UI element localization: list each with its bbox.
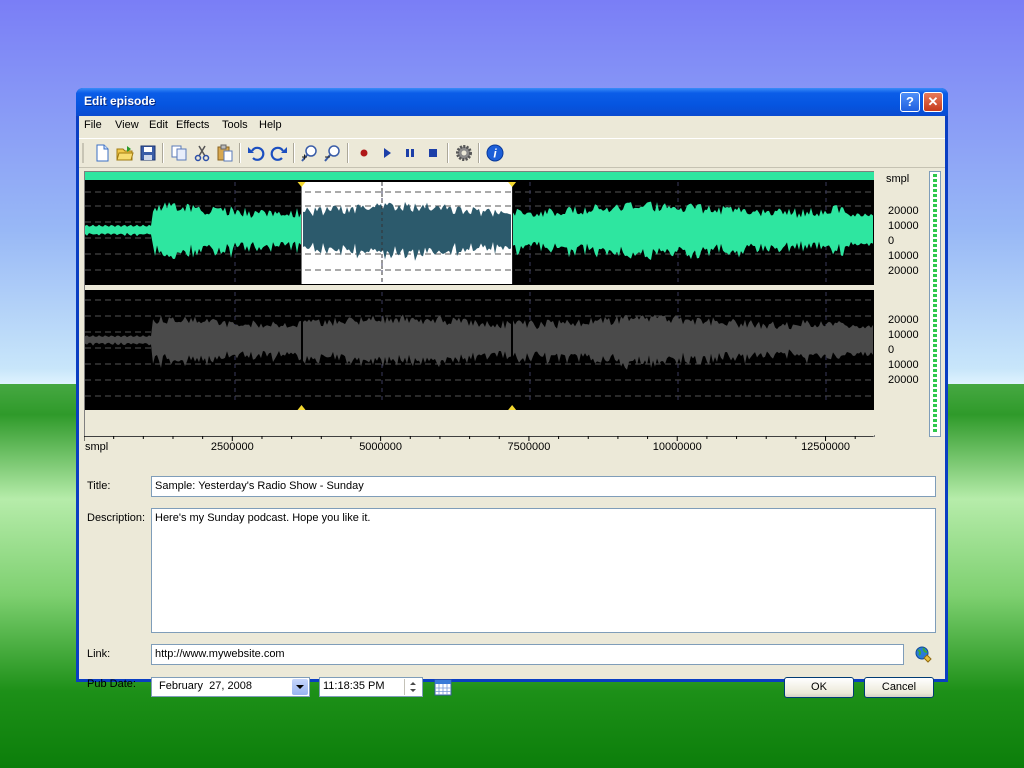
left-channel-waveform-segment-2 xyxy=(513,202,873,260)
amp-tick-top-10000: 10000 xyxy=(888,220,919,232)
save-icon[interactable] xyxy=(139,144,157,162)
amp-tick-bot-neg20000: 20000 xyxy=(888,374,919,386)
stop-icon[interactable] xyxy=(424,144,442,162)
pause-icon[interactable] xyxy=(401,144,419,162)
link-label: Link: xyxy=(87,648,110,660)
amp-tick-top-20000: 20000 xyxy=(888,205,919,217)
zoom-out-icon[interactable] xyxy=(324,144,342,162)
menu-effects[interactable]: Effects xyxy=(176,119,209,131)
waveform-canvas[interactable] xyxy=(85,172,874,436)
chevron-down-icon xyxy=(292,679,308,695)
selection-end-marker-bottom xyxy=(508,405,516,410)
cancel-button[interactable]: Cancel xyxy=(864,677,934,698)
new-file-icon[interactable] xyxy=(93,144,111,162)
title-label: Title: xyxy=(87,480,110,492)
spinner-arrows-icon xyxy=(405,679,421,695)
waveform-display[interactable] xyxy=(84,171,875,437)
axis-unit-label: smpl xyxy=(85,441,108,453)
paste-icon[interactable] xyxy=(216,144,234,162)
axis-tick-label: 5000000 xyxy=(359,441,402,453)
menu-file[interactable]: File xyxy=(84,119,102,131)
amp-tick-bot-20000: 20000 xyxy=(888,314,919,326)
calendar-icon[interactable] xyxy=(434,679,452,696)
time-picker[interactable]: 11:18:35 PM xyxy=(319,677,423,697)
date-value: February 27, 2008 xyxy=(159,680,252,692)
right-channel-waveform-segment-2 xyxy=(513,315,873,370)
axis-tick-label: 7500000 xyxy=(508,441,551,453)
amp-tick-bot-10000: 10000 xyxy=(888,329,919,341)
amp-tick-top-neg20000: 20000 xyxy=(888,265,919,277)
toolbar-separator xyxy=(162,143,164,163)
channel-divider xyxy=(85,285,874,290)
help-button[interactable]: ? xyxy=(900,92,920,112)
time-value: 11:18:35 PM xyxy=(323,680,385,692)
amp-tick-top-neg10000: 10000 xyxy=(888,250,919,262)
dialog-client-area: File View Edit Effects Tools Help i smpl… xyxy=(79,116,945,679)
record-icon[interactable] xyxy=(355,144,373,162)
amplitude-ruler: smpl 20000 10000 0 10000 20000 20000 100… xyxy=(874,171,926,435)
sample-axis: smpl 2500000 5000000 7500000 10000000 1250000… xyxy=(84,436,874,460)
open-link-globe-icon[interactable] xyxy=(913,645,933,665)
right-channel-waveform-segment-0 xyxy=(85,315,301,368)
menu-bar: File View Edit Effects Tools Help xyxy=(79,116,945,136)
redo-icon[interactable] xyxy=(270,144,288,162)
toolbar-separator xyxy=(347,143,349,163)
ok-button[interactable]: OK xyxy=(784,677,854,698)
toolbar-separator xyxy=(239,143,241,163)
toolbar-separator xyxy=(293,143,295,163)
level-meter xyxy=(929,171,941,437)
axis-band xyxy=(85,410,874,436)
description-label: Description: xyxy=(87,512,145,524)
date-dropdown-button[interactable] xyxy=(292,679,308,695)
close-button[interactable]: ✕ xyxy=(923,92,943,112)
menu-edit[interactable]: Edit xyxy=(149,119,168,131)
edit-episode-window: Edit episode ? ✕ File View Edit Effects … xyxy=(76,88,948,682)
overview-bar xyxy=(85,172,874,180)
axis-tick-label: 10000000 xyxy=(653,441,702,453)
toolbar-grip xyxy=(82,143,84,163)
date-picker[interactable]: February 27, 2008 xyxy=(151,677,310,697)
info-icon[interactable]: i xyxy=(486,144,504,162)
time-spinner[interactable] xyxy=(404,679,421,695)
link-input[interactable]: http://www.mywebsite.com xyxy=(151,644,904,665)
title-input[interactable]: Sample: Yesterday's Radio Show - Sunday xyxy=(151,476,936,497)
title-bar[interactable]: Edit episode ? ✕ xyxy=(76,88,948,116)
undo-icon[interactable] xyxy=(247,144,265,162)
menu-tools[interactable]: Tools xyxy=(222,119,248,131)
zoom-in-icon[interactable] xyxy=(301,144,319,162)
axis-tick-label: 2500000 xyxy=(211,441,254,453)
left-channel-waveform-segment-0 xyxy=(85,202,301,259)
cut-icon[interactable] xyxy=(193,144,211,162)
menu-help[interactable]: Help xyxy=(259,119,282,131)
copy-icon[interactable] xyxy=(170,144,188,162)
sample-axis-ticks: smpl 2500000 5000000 7500000 10000000 1250000… xyxy=(84,436,874,460)
window-title: Edit episode xyxy=(84,94,155,108)
right-channel-waveform-segment-1 xyxy=(303,315,511,368)
settings-gear-icon[interactable] xyxy=(455,144,473,162)
menu-view[interactable]: View xyxy=(115,119,139,131)
open-folder-icon[interactable] xyxy=(116,144,134,162)
amp-tick-bot-0: 0 xyxy=(888,344,894,356)
pubdate-label: Pub Date: xyxy=(87,678,136,690)
toolbar: i xyxy=(79,138,945,168)
selection-start-marker-bottom xyxy=(298,405,306,410)
axis-tick-label: 12500000 xyxy=(801,441,850,453)
amplitude-unit: smpl xyxy=(886,173,909,185)
amp-tick-bot-neg10000: 10000 xyxy=(888,359,919,371)
toolbar-separator xyxy=(478,143,480,163)
play-icon[interactable] xyxy=(378,144,396,162)
toolbar-separator xyxy=(447,143,449,163)
description-textarea[interactable]: Here's my Sunday podcast. Hope you like … xyxy=(151,508,936,633)
amp-tick-top-0: 0 xyxy=(888,235,894,247)
